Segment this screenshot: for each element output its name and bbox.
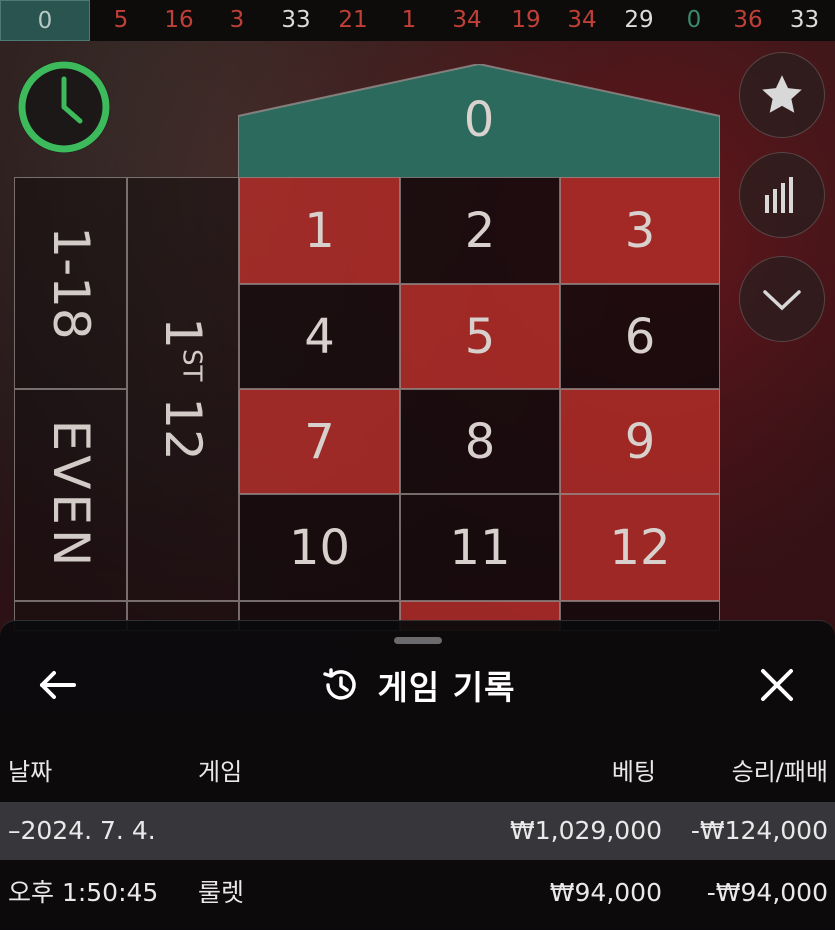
- history-result: 21: [338, 7, 368, 33]
- number-label: 12: [609, 519, 671, 576]
- history-result: 29: [624, 7, 654, 33]
- number-label: 8: [464, 413, 496, 470]
- history-result: 1: [401, 7, 417, 33]
- history-result: 0: [0, 0, 90, 41]
- column-header-bet: 베팅: [611, 758, 656, 786]
- history-result: 3: [229, 7, 245, 33]
- history-result: 5: [113, 7, 129, 33]
- results-history-bar: 0 5 16 3 33 21 1 34 19 34 29 0 36 33: [0, 0, 835, 41]
- history-entry-row[interactable]: 오후 1:50:45 룰렛 ₩94,000 -₩94,000: [0, 864, 835, 922]
- summary-bet: ₩1,029,000: [510, 816, 662, 845]
- bet-spot-number[interactable]: 8: [400, 389, 560, 494]
- history-result: 33: [789, 7, 820, 33]
- bet-spot-number[interactable]: 9: [560, 389, 720, 494]
- column-header-game: 게임: [198, 758, 243, 786]
- favorite-button[interactable]: [739, 52, 825, 138]
- dozen-number: 1: [154, 317, 212, 349]
- close-icon: [761, 669, 793, 701]
- summary-result: -₩124,000: [690, 816, 828, 845]
- number-label: 10: [288, 519, 351, 576]
- close-button[interactable]: [757, 665, 797, 705]
- entry-bet: ₩94,000: [549, 878, 662, 907]
- zero-label: 0: [463, 92, 495, 148]
- entry-time: 오후 1:50:45: [8, 878, 159, 907]
- statistics-button[interactable]: [739, 152, 825, 238]
- sheet-title: 게임 기록: [377, 668, 516, 707]
- number-label: 6: [624, 308, 656, 365]
- sheet-header: 게임 기록: [0, 655, 835, 715]
- number-label: 9: [624, 413, 656, 470]
- bet-label-1-18: 1-18: [41, 226, 100, 340]
- dozen-word: 12: [154, 397, 212, 461]
- collapse-button[interactable]: [739, 256, 825, 342]
- bet-spot-number[interactable]: 12: [560, 494, 720, 601]
- history-result: 33: [281, 7, 311, 33]
- column-header-result: 승리/패배: [731, 758, 828, 786]
- bet-spot-1-18[interactable]: 1-18: [14, 177, 127, 389]
- entry-game: 룰렛: [198, 878, 245, 907]
- bet-spot-number[interactable]: 5: [400, 284, 560, 389]
- bet-spot-number[interactable]: 3: [560, 177, 720, 284]
- history-result: 0: [686, 7, 702, 33]
- star-icon: [762, 75, 802, 113]
- entry-result: -₩94,000: [706, 878, 828, 907]
- bet-label-first-dozen: 1ST 12: [154, 317, 212, 461]
- bet-spot-number[interactable]: 2: [400, 177, 560, 284]
- history-result: 34: [567, 7, 597, 33]
- number-label: 1: [304, 202, 335, 259]
- date-summary-row[interactable]: –2024. 7. 4. ₩1,029,000 -₩124,000: [0, 802, 835, 860]
- number-label: 7: [304, 413, 335, 470]
- history-icon: [322, 668, 356, 700]
- dozen-suffix: ST: [176, 348, 207, 382]
- number-label: 5: [464, 308, 496, 365]
- bet-spot-number[interactable]: 6: [560, 284, 720, 389]
- number-label: 3: [624, 202, 656, 259]
- bet-spot-zero[interactable]: 0: [238, 64, 720, 178]
- bet-spot-even[interactable]: EVEN: [14, 389, 127, 601]
- bet-spot-number[interactable]: 4: [239, 284, 400, 389]
- sheet-drag-handle[interactable]: [394, 637, 442, 644]
- summary-date: –2024. 7. 4.: [8, 816, 156, 845]
- history-result: 34: [452, 7, 482, 33]
- clock-icon: [14, 57, 114, 157]
- number-label: 4: [304, 308, 335, 365]
- chevron-down-icon: [763, 290, 801, 311]
- bet-spot-number[interactable]: 7: [239, 389, 400, 494]
- history-result: 16: [164, 7, 194, 33]
- number-label: 11: [449, 519, 511, 576]
- column-header-date: 날짜: [8, 758, 53, 786]
- bet-spot-number[interactable]: 11: [400, 494, 560, 601]
- bet-spot-number[interactable]: 1: [239, 177, 400, 284]
- bar-chart-icon: [765, 177, 793, 213]
- history-result: 19: [511, 7, 541, 33]
- bet-label-even: EVEN: [41, 419, 100, 571]
- bet-spot-first-dozen[interactable]: 1ST 12: [127, 177, 239, 601]
- history-result: 36: [733, 7, 763, 33]
- number-label: 2: [464, 202, 496, 259]
- bet-spot-number[interactable]: 10: [239, 494, 400, 601]
